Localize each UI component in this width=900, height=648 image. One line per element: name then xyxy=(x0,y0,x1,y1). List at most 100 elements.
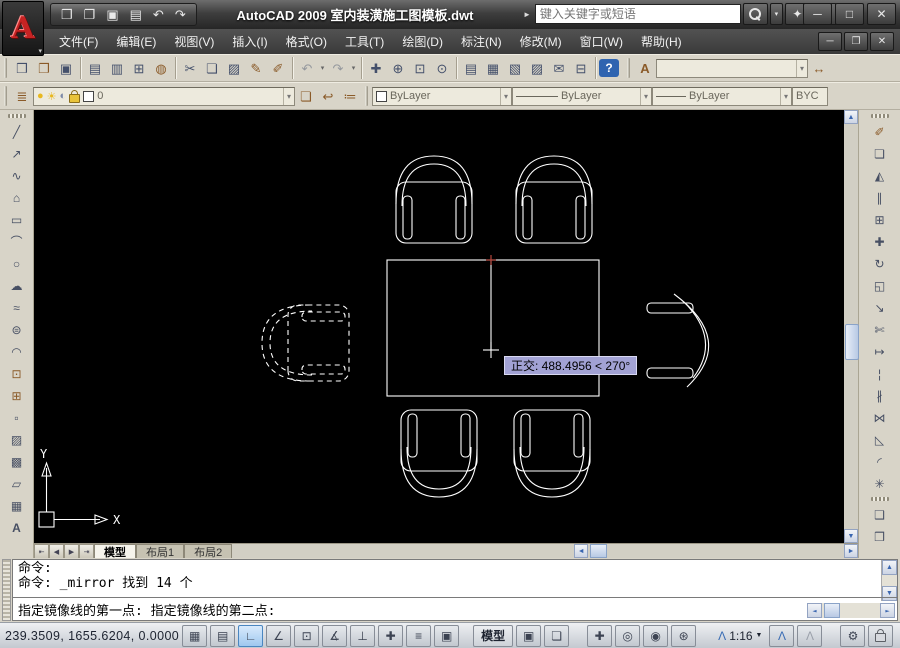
menu-tools[interactable]: 工具(T) xyxy=(336,29,393,54)
plot-style-select[interactable]: BYC xyxy=(792,87,828,106)
toolbar-grip[interactable] xyxy=(871,114,889,118)
scroll-down-icon[interactable]: ▼ xyxy=(844,529,858,543)
extend-icon[interactable]: ↦ xyxy=(867,341,893,363)
break-at-point-icon[interactable]: ¦ xyxy=(867,363,893,385)
tab-prev-icon[interactable]: ◀ xyxy=(49,544,64,559)
arc-icon[interactable]: ⌒ xyxy=(4,231,30,253)
table-icon[interactable]: ▦ xyxy=(4,495,30,517)
hatch-icon[interactable]: ▨ xyxy=(4,429,30,451)
redo-icon[interactable]: ↷ xyxy=(327,57,349,79)
toolbar-grip[interactable] xyxy=(4,86,7,106)
menu-window[interactable]: 窗口(W) xyxy=(571,29,632,54)
undo-dropdown-icon[interactable]: ▾ xyxy=(318,64,327,72)
command-scroll-track[interactable] xyxy=(882,575,897,586)
text-style-select[interactable]: ▾ xyxy=(656,59,808,78)
color-select[interactable]: ByLayer ▾ xyxy=(372,87,512,106)
scroll-left-icon[interactable]: ◄ xyxy=(807,603,822,618)
doc-minimize-button[interactable]: ─ xyxy=(818,32,842,51)
scroll-up-icon[interactable]: ▲ xyxy=(882,560,897,575)
drawing-canvas[interactable]: Y X 正交: 488.4956 < 270° xyxy=(34,110,844,543)
dyn-toggle[interactable]: ✚ xyxy=(378,625,403,647)
menu-help[interactable]: 帮助(H) xyxy=(632,29,691,54)
stretch-icon[interactable]: ↘ xyxy=(867,297,893,319)
quick-properties-toggle[interactable]: ▣ xyxy=(434,625,459,647)
command-window-grip[interactable] xyxy=(2,559,11,621)
move-icon[interactable]: ✚ xyxy=(867,231,893,253)
command-vertical-scrollbar[interactable]: ▲ ▼ xyxy=(881,560,897,601)
show-motion-icon[interactable]: ⊛ xyxy=(671,625,696,647)
zoom-icon[interactable]: ◎ xyxy=(615,625,640,647)
horizontal-scrollbar[interactable]: ◄ ► xyxy=(232,544,858,559)
steering-wheel-icon[interactable]: ◉ xyxy=(643,625,668,647)
infocenter-expand-icon[interactable]: ► xyxy=(523,10,531,19)
zoom-previous-icon[interactable]: ⊙ xyxy=(431,57,453,79)
menu-view[interactable]: 视图(V) xyxy=(165,29,223,54)
scroll-right-icon[interactable]: ► xyxy=(880,603,895,618)
quick-view-drawings-icon[interactable]: ❏ xyxy=(544,625,569,647)
model-space-button[interactable]: 模型 xyxy=(473,625,513,647)
explode-icon[interactable]: ✳ xyxy=(867,473,893,495)
menu-file[interactable]: 文件(F) xyxy=(50,29,107,54)
snap-toggle[interactable]: ▦ xyxy=(182,625,207,647)
properties-icon[interactable]: ▤ xyxy=(460,57,482,79)
scroll-right-icon[interactable]: ► xyxy=(844,544,858,558)
tab-layout1[interactable]: 布局1 xyxy=(136,544,184,559)
text-style-icon[interactable]: A xyxy=(634,57,656,79)
zoom-window-icon[interactable]: ⊡ xyxy=(409,57,431,79)
search-dropdown-button[interactable]: ▾ xyxy=(770,3,783,25)
quickcalc-icon[interactable]: ⊟ xyxy=(570,57,592,79)
menu-edit[interactable]: 编辑(E) xyxy=(107,29,165,54)
ortho-toggle[interactable]: ∟ xyxy=(238,625,263,647)
bring-to-front-icon[interactable]: ❑ xyxy=(867,504,893,526)
lineweight-toggle[interactable]: ≡ xyxy=(406,625,431,647)
menu-insert[interactable]: 插入(I) xyxy=(223,29,276,54)
3d-dwf-icon[interactable]: ◍ xyxy=(150,57,172,79)
pan-realtime-icon[interactable]: ✚ xyxy=(365,57,387,79)
coordinates-readout[interactable]: 239.3509, 1655.6204, 0.0000 xyxy=(5,629,179,643)
array-icon[interactable]: ⊞ xyxy=(867,209,893,231)
minimize-button[interactable]: ─ xyxy=(803,3,832,25)
paste-icon[interactable]: ▨ xyxy=(223,57,245,79)
send-to-back-icon[interactable]: ❒ xyxy=(867,526,893,548)
dim-style-icon[interactable]: ↔ xyxy=(808,57,830,79)
join-icon[interactable]: ⋈ xyxy=(867,407,893,429)
lineweight-select[interactable]: ByLayer ▾ xyxy=(652,87,792,106)
qredo-icon[interactable]: ↷ xyxy=(175,8,186,21)
layer-on-icon[interactable]: ● xyxy=(37,90,44,102)
command-window[interactable]: 命令: 命令: _mirror 找到 14 个 ▲ ▼ 指定镜像线的第一点: 指… xyxy=(12,559,898,621)
point-icon[interactable]: ▫ xyxy=(4,407,30,429)
ducs-toggle[interactable]: ⊥ xyxy=(350,625,375,647)
scroll-left-icon[interactable]: ◄ xyxy=(574,544,588,558)
menu-draw[interactable]: 绘图(D) xyxy=(393,29,452,54)
command-hscroll-thumb[interactable] xyxy=(824,603,840,618)
polygon-icon[interactable]: ⌂ xyxy=(4,187,30,209)
chevron-down-icon[interactable]: ▾ xyxy=(283,88,291,105)
menu-format[interactable]: 格式(O) xyxy=(277,29,336,54)
menu-modify[interactable]: 修改(M) xyxy=(511,29,571,54)
toolbar-grip[interactable] xyxy=(4,58,7,78)
help-icon[interactable]: ? xyxy=(599,59,619,77)
make-object-layer-current-icon[interactable]: ❏ xyxy=(295,85,317,107)
chamfer-icon[interactable]: ◺ xyxy=(867,429,893,451)
osnap-toggle[interactable]: ⊡ xyxy=(294,625,319,647)
tab-first-icon[interactable]: ⇤ xyxy=(34,544,49,559)
menu-dimension[interactable]: 标注(N) xyxy=(452,29,511,54)
tab-next-icon[interactable]: ▶ xyxy=(64,544,79,559)
qopen-icon[interactable]: ❐ xyxy=(84,8,96,21)
tool-palettes-icon[interactable]: ▧ xyxy=(504,57,526,79)
tab-last-icon[interactable]: ⇥ xyxy=(79,544,94,559)
break-icon[interactable]: ∦ xyxy=(867,385,893,407)
publish-icon[interactable]: ⊞ xyxy=(128,57,150,79)
grid-toggle[interactable]: ▤ xyxy=(210,625,235,647)
doc-restore-button[interactable]: ❐ xyxy=(844,32,868,51)
toolbar-grip[interactable] xyxy=(8,114,26,118)
match-properties-icon[interactable]: ✎ xyxy=(245,57,267,79)
toolbar-grip[interactable] xyxy=(871,497,889,501)
plot-preview-icon[interactable]: ▥ xyxy=(106,57,128,79)
gradient-icon[interactable]: ▩ xyxy=(4,451,30,473)
designcenter-icon[interactable]: ▦ xyxy=(482,57,504,79)
toolbar-grip[interactable] xyxy=(365,86,368,106)
sheet-set-manager-icon[interactable]: ▨ xyxy=(526,57,548,79)
mirror-icon[interactable]: ◭ xyxy=(867,165,893,187)
insert-block-icon[interactable]: ⊡ xyxy=(4,363,30,385)
